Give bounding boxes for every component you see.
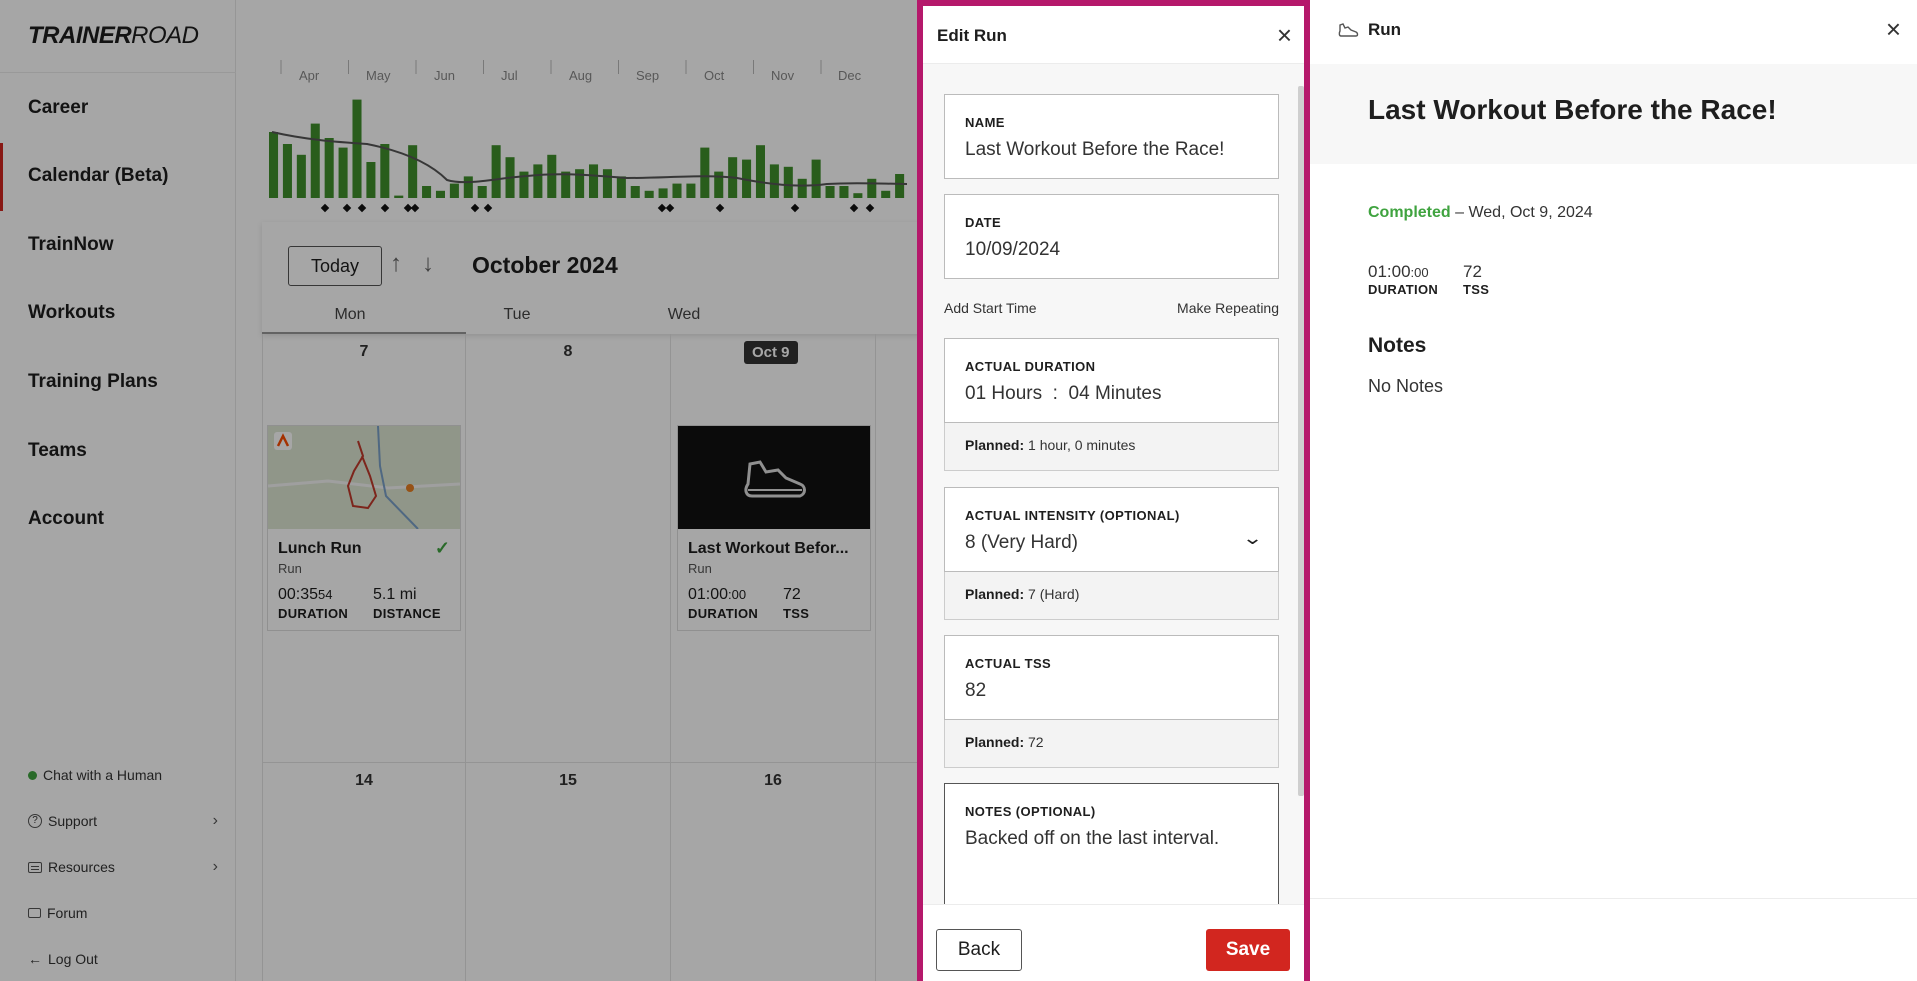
make-repeating-link[interactable]: Make Repeating [1177, 300, 1279, 316]
date-input[interactable]: 10/09/2024 [965, 239, 1060, 261]
tss-value: 72 [1463, 262, 1482, 281]
divider [1310, 898, 1917, 899]
duration-label: ACTUAL DURATION [965, 359, 1096, 374]
notes-heading: Notes [1368, 334, 1427, 357]
tss-field[interactable]: ACTUAL TSS 82 [944, 635, 1279, 720]
edit-panel-footer: Back Save [923, 904, 1304, 981]
hours-unit: Hours [991, 383, 1043, 404]
planned-value: 7 (Hard) [1028, 586, 1080, 602]
notes-label: NOTES (OPTIONAL) [965, 804, 1096, 819]
duration-value: 01:00:00 [1368, 262, 1429, 282]
duration-seconds: :00 [1410, 265, 1429, 280]
completion-status: Completed – Wed, Oct 9, 2024 [1368, 204, 1593, 222]
planned-label: Planned: [965, 437, 1025, 453]
duration-planned: Planned: 1 hour, 0 minutes [944, 423, 1279, 471]
tss-planned: Planned: 72 [944, 720, 1279, 768]
close-icon[interactable]: × [1277, 22, 1292, 48]
close-icon[interactable]: × [1886, 16, 1901, 42]
duration-inputs: 01 Hours : 04 Minutes [965, 383, 1161, 405]
notes-textarea[interactable]: Backed off on the last interval. [965, 828, 1219, 850]
name-input[interactable]: Last Workout Before the Race! [965, 139, 1224, 161]
shoe-icon [1338, 23, 1359, 37]
edit-run-panel: Edit Run × NAME Last Workout Before the … [917, 0, 1310, 981]
scrollbar[interactable] [1298, 86, 1304, 796]
chevron-down-icon: ⌄ [1241, 528, 1264, 548]
detail-title-band: Last Workout Before the Race! [1310, 64, 1917, 164]
duration-main: 01:00 [1368, 262, 1411, 281]
add-start-time-link[interactable]: Add Start Time [944, 300, 1037, 316]
name-field[interactable]: NAME Last Workout Before the Race! [944, 94, 1279, 179]
tss-label: TSS [1463, 282, 1490, 297]
edit-form: NAME Last Workout Before the Race! DATE … [923, 64, 1304, 904]
duration-field: ACTUAL DURATION 01 Hours : 04 Minutes [944, 338, 1279, 423]
tss-label: ACTUAL TSS [965, 656, 1052, 671]
hours-input[interactable]: 01 [965, 383, 986, 404]
edit-panel-title: Edit Run [937, 26, 1007, 45]
notes-text: No Notes [1368, 376, 1444, 396]
completed-date: – Wed, Oct 9, 2024 [1455, 204, 1593, 221]
save-button[interactable]: Save [1206, 929, 1290, 971]
back-button[interactable]: Back [936, 929, 1022, 971]
notes-field[interactable]: NOTES (OPTIONAL) Backed off on the last … [944, 783, 1279, 904]
planned-label: Planned: [965, 586, 1025, 602]
workout-title: Last Workout Before the Race! [1368, 94, 1777, 125]
modal-backdrop[interactable] [0, 0, 917, 981]
edit-panel-header: Edit Run × [923, 6, 1304, 64]
intensity-planned: Planned: 7 (Hard) [944, 572, 1279, 620]
minutes-unit: Minutes [1094, 383, 1162, 404]
status-badge: Completed [1368, 204, 1451, 221]
date-label: DATE [965, 215, 1002, 230]
planned-value: 72 [1028, 734, 1044, 750]
tss-input[interactable]: 82 [965, 680, 986, 702]
detail-header: Run × [1310, 0, 1917, 64]
duration-separator: : [1052, 383, 1058, 404]
intensity-select[interactable]: ACTUAL INTENSITY (OPTIONAL) 8 (Very Hard… [944, 487, 1279, 572]
duration-label: DURATION [1368, 282, 1439, 297]
minutes-input[interactable]: 04 [1069, 383, 1090, 404]
date-field[interactable]: DATE 10/09/2024 [944, 194, 1279, 279]
workout-type: Run [1368, 20, 1402, 39]
workout-detail-panel: Run × Last Workout Before the Race! Comp… [1310, 0, 1917, 981]
name-label: NAME [965, 115, 1005, 130]
planned-value: 1 hour, 0 minutes [1028, 437, 1136, 453]
intensity-label: ACTUAL INTENSITY (OPTIONAL) [965, 508, 1180, 523]
planned-label: Planned: [965, 734, 1025, 750]
intensity-value: 8 (Very Hard) [965, 532, 1078, 553]
